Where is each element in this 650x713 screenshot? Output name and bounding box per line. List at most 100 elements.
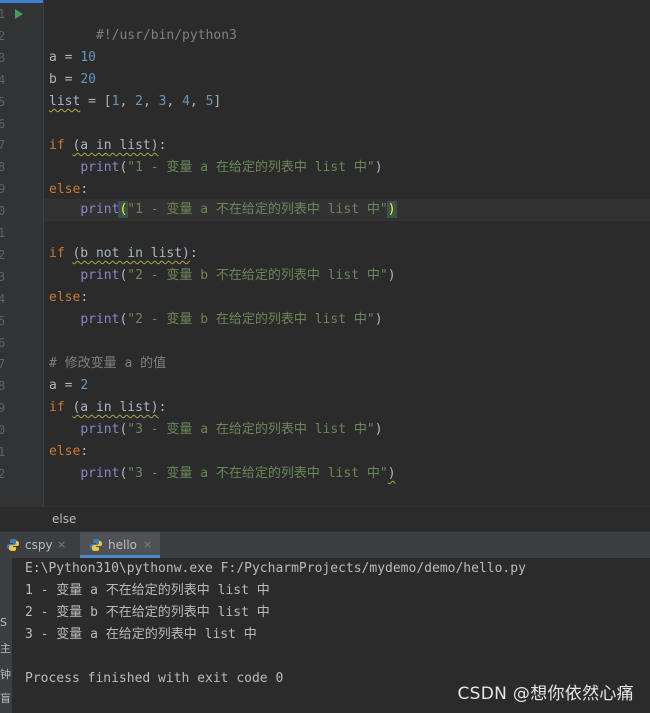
code-line: else: (49, 287, 649, 309)
line-number-row: 6 (0, 113, 43, 135)
operator: = (56, 50, 81, 65)
builtin-function: print (80, 312, 120, 327)
console-command-line: E:\Python310\pythonw.exe F:/PycharmProje… (25, 561, 526, 576)
close-icon[interactable]: × (143, 532, 152, 558)
punctuation: ) (387, 466, 396, 481)
line-number-row: 7 (0, 134, 43, 156)
line-number: 1 (0, 7, 5, 21)
code-editor[interactable]: 1 2 3 4 5 6 7 8 9 0 1 2 3 4 5 6 7 8 9 0 1 2 #!/usr/bin/python… (0, 0, 650, 506)
line-number: 8 (0, 160, 5, 174)
line-number: 9 (0, 182, 5, 196)
breadcrumb[interactable]: else (0, 506, 650, 531)
console-output-line: 2 - 变量 b 不在给定的列表中 list 中 (25, 605, 270, 620)
code-line: print("2 - 变量 b 在给定的列表中 list 中") (49, 309, 649, 331)
tab-cspy[interactable]: cspy × (0, 532, 74, 558)
punctuation: : (158, 400, 167, 415)
code-line: #!/usr/bin/python3 (49, 3, 649, 43)
line-number: 0 (0, 204, 5, 218)
code-line: print("3 - 变量 a 不在给定的列表中 list 中") (49, 463, 649, 485)
punctuation: ) (374, 160, 383, 175)
toolbar-glyph[interactable]: 钟 (0, 668, 12, 682)
line-number: 6 (0, 336, 5, 350)
variable: a (49, 50, 57, 65)
line-number-row: 5 (0, 310, 43, 332)
python-icon (90, 539, 102, 551)
code-area[interactable]: #!/usr/bin/python3 a = 10 b = 20 list = … (44, 0, 650, 506)
console-output-line: 1 - 变量 a 不在给定的列表中 list 中 (25, 583, 270, 598)
punctuation: : (80, 290, 89, 305)
keyword: else (49, 290, 81, 305)
string-literal: "1 - 变量 a 在给定的列表中 list 中" (127, 160, 375, 175)
builtin-function: print (80, 268, 120, 283)
line-number-row: 1 (0, 441, 43, 463)
line-number-row: 1 (0, 3, 43, 25)
toolbar-glyph[interactable]: S (0, 616, 12, 630)
toolbar-glyph[interactable]: 主 (0, 642, 12, 656)
code-line: if (a in list): (49, 397, 649, 419)
keyword: if (49, 400, 65, 415)
variable: list (49, 94, 81, 109)
punctuation: : (80, 182, 89, 197)
line-number-gutter: 1 2 3 4 5 6 7 8 9 0 1 2 3 4 5 6 7 8 9 0 1 2 (0, 0, 44, 506)
line-number: 2 (0, 467, 5, 481)
condition: (b not in list) (72, 246, 190, 261)
line-number: 1 (0, 226, 5, 240)
code-line: else: (49, 179, 649, 201)
punctuation: ) (374, 312, 383, 327)
line-number: 2 (0, 248, 5, 262)
operator: = (56, 72, 81, 87)
line-number-row: 7 (0, 353, 43, 375)
punctuation: , (119, 94, 136, 109)
comment: # 修改变量 a 的值 (49, 356, 167, 371)
line-number: 6 (0, 117, 5, 131)
code-line: else: (49, 441, 649, 463)
string-literal: "3 - 变量 a 在给定的列表中 list 中" (127, 422, 375, 437)
line-number-row: 8 (0, 156, 43, 178)
punctuation: ) (374, 422, 383, 437)
watermark: CSDN @想你依然心痛 (457, 684, 634, 704)
tab-label: cspy (25, 538, 53, 552)
line-number: 4 (0, 73, 5, 87)
breadcrumb-item[interactable]: else (52, 512, 76, 526)
line-number: 5 (0, 314, 5, 328)
code-line: a = 10 (49, 47, 649, 69)
code-line: # 修改变量 a 的值 (49, 353, 649, 375)
builtin-function: print (80, 466, 120, 481)
punctuation: ) (387, 268, 396, 283)
tab-label: hello (108, 538, 137, 552)
builtin-function: print (80, 202, 120, 217)
line-number-row: 1 (0, 222, 43, 244)
tab-hello[interactable]: hello × (80, 532, 160, 558)
builtin-function: print (80, 422, 120, 437)
line-number: 9 (0, 401, 5, 415)
line-number: 7 (0, 138, 5, 152)
punctuation: : (189, 246, 198, 261)
operator: = (56, 378, 81, 393)
code-line: if (b not in list): (49, 243, 649, 265)
line-number-row: 6 (0, 332, 43, 354)
keyword: if (49, 246, 65, 261)
variable: b (49, 72, 57, 87)
number-literal: 20 (80, 72, 96, 87)
line-number-row: 2 (0, 463, 43, 485)
line-number: 4 (0, 292, 5, 306)
condition: (a in list) (72, 400, 159, 415)
run-icon[interactable] (15, 9, 23, 19)
current-code-line: print("1 - 变量 a 不在给定的列表中 list 中") (49, 199, 649, 221)
line-number-row: 2 (0, 244, 43, 266)
code-line: print("3 - 变量 a 在给定的列表中 list 中") (49, 419, 649, 441)
toolbar-glyph[interactable]: 盲 (0, 692, 12, 706)
punctuation: : (80, 444, 89, 459)
close-icon[interactable]: × (57, 532, 66, 558)
operator: = [ (80, 94, 112, 109)
python-icon (7, 539, 19, 551)
punctuation: , (189, 94, 206, 109)
punctuation: ] (213, 94, 222, 109)
line-number-row: 9 (0, 397, 43, 419)
console-exit-line: Process finished with exit code 0 (25, 671, 284, 686)
